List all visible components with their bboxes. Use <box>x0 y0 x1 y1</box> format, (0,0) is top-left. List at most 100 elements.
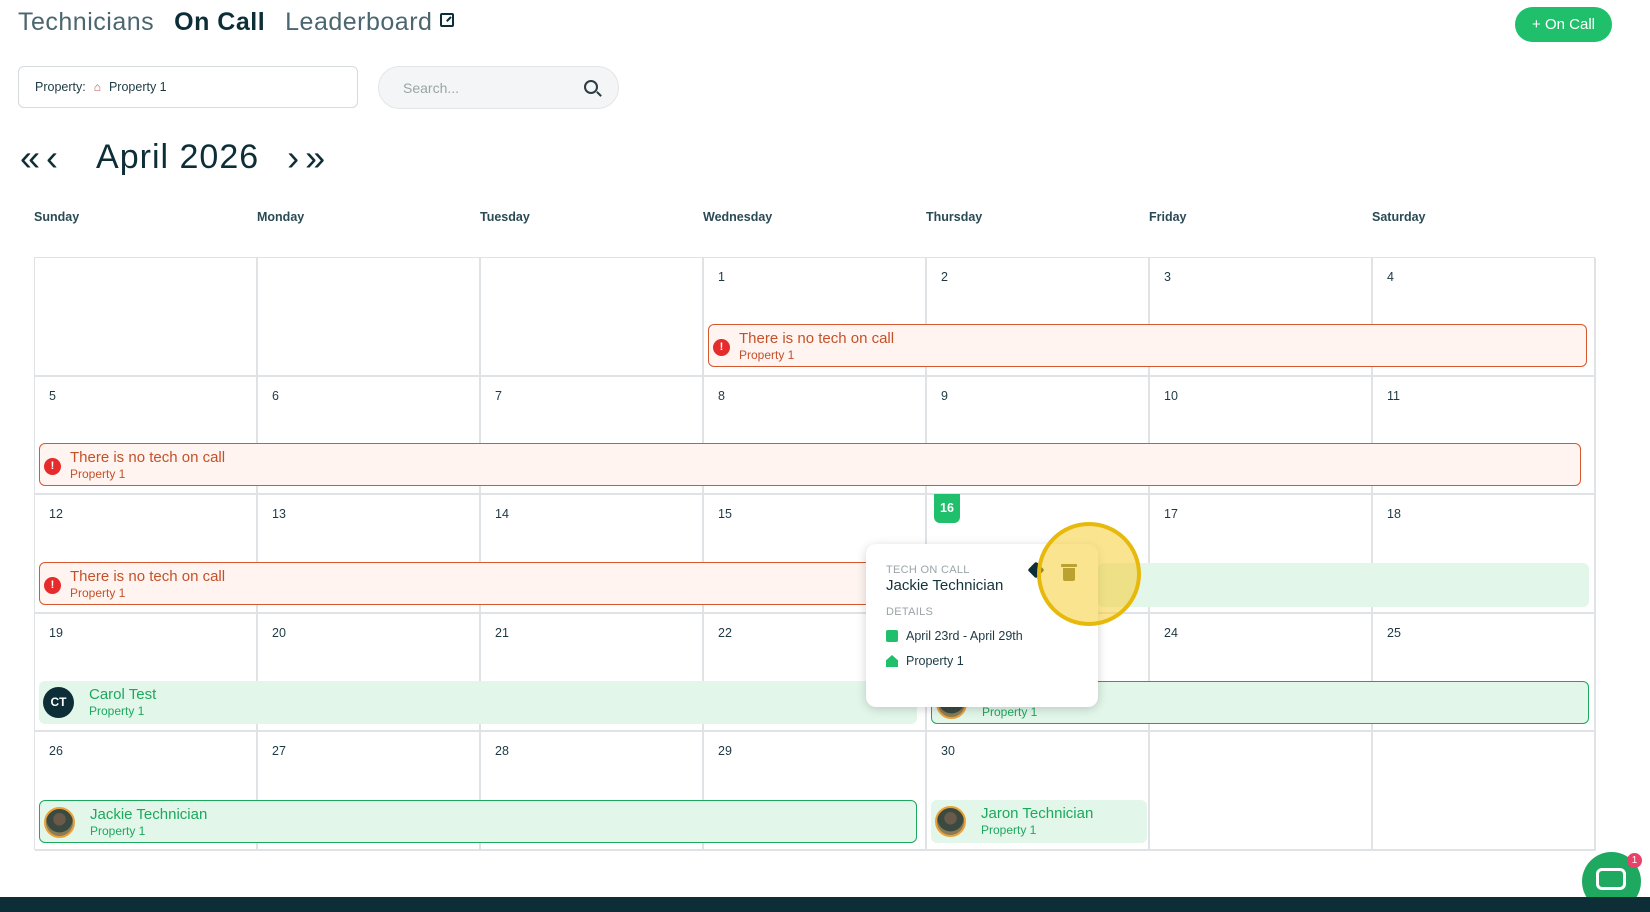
tab-technicians[interactable]: Technicians <box>18 8 154 37</box>
tab-leaderboard-label: Leaderboard <box>285 8 433 36</box>
day-number: 7 <box>495 388 502 403</box>
day-number: 1 <box>718 270 725 284</box>
building-icon: ⌂ <box>93 80 101 94</box>
jaron-technician-event[interactable]: Jaron Technician Property 1 <box>931 800 1147 843</box>
avatar <box>935 806 966 837</box>
add-on-call-button[interactable]: + On Call <box>1515 7 1612 42</box>
event-title: Carol Test <box>89 686 157 703</box>
calendar-day-cell[interactable] <box>1373 732 1596 851</box>
jackie-technician-event[interactable]: Jackie Technician Property 1 <box>39 800 917 843</box>
event-property: Property 1 <box>982 705 1038 719</box>
no-tech-event-week2[interactable]: ! There is no tech on call Property 1 <box>39 443 1581 486</box>
avatar <box>44 807 75 838</box>
day-number: 13 <box>272 507 286 521</box>
day-number: 20 <box>272 625 286 640</box>
external-link-icon <box>440 13 455 28</box>
event-property: Property 1 <box>70 586 126 600</box>
day-number: 12 <box>49 507 63 521</box>
prev-year-button[interactable]: « <box>20 139 40 176</box>
event-property: Property 1 <box>739 348 795 362</box>
home-icon <box>886 655 898 667</box>
event-property: Property 1 <box>70 467 126 481</box>
no-tech-event-week1[interactable]: ! There is no tech on call Property 1 <box>708 324 1587 367</box>
next-year-button[interactable]: » <box>305 139 325 176</box>
day-number: 17 <box>1164 507 1178 521</box>
trash-icon-body <box>1063 568 1075 581</box>
property-select-value: Property 1 <box>108 80 167 94</box>
day-number: 4 <box>1387 270 1394 284</box>
day-number: 27 <box>272 744 286 758</box>
delete-button[interactable] <box>1058 560 1082 586</box>
weekday-saturday: Saturday <box>1372 210 1426 224</box>
day-number: 9 <box>941 388 948 403</box>
day-number: 28 <box>495 744 509 758</box>
event-title: Jackie Technician <box>90 806 208 823</box>
event-property: Property 1 <box>89 704 145 718</box>
calendar-day-cell[interactable] <box>35 258 258 377</box>
chat-notification-badge: 1 <box>1627 853 1642 868</box>
day-number: 26 <box>49 744 63 758</box>
calendar-day-cell[interactable] <box>481 258 704 377</box>
event-title: There is no tech on call <box>70 568 226 585</box>
popover-property: Property 1 <box>886 654 1078 668</box>
property-select-label: Property: <box>35 80 86 94</box>
day-number: 8 <box>718 388 725 403</box>
day-number: 5 <box>49 388 56 403</box>
search-icon[interactable] <box>584 80 598 94</box>
day-number: 22 <box>718 625 732 640</box>
day-number: 14 <box>495 507 509 521</box>
carol-test-event[interactable]: CT Carol Test Property 1 <box>39 681 917 724</box>
day-number: 19 <box>49 625 63 640</box>
event-title: There is no tech on call <box>70 449 226 466</box>
day-number: 25 <box>1387 625 1401 640</box>
trash-icon <box>1061 564 1077 567</box>
weekday-thursday: Thursday <box>926 210 983 224</box>
alert-icon: ! <box>44 577 61 594</box>
month-title: April 2026 <box>96 138 260 176</box>
popover-dates: April 23rd - April 29th <box>886 629 1078 643</box>
weekday-headers: Sunday Monday Tuesday Wednesday Thursday… <box>34 210 1595 224</box>
popover-tech-name: Jackie Technician <box>886 577 1004 594</box>
search-box <box>378 66 619 109</box>
chat-icon <box>1596 868 1626 890</box>
day-number: 6 <box>272 388 279 403</box>
weekday-tuesday: Tuesday <box>480 210 530 224</box>
avatar: CT <box>43 687 74 718</box>
no-tech-event-week3[interactable]: ! There is no tech on call Property 1 <box>39 562 899 605</box>
next-month-button[interactable]: › <box>287 139 299 176</box>
tech-on-call-label: TECH ON CALL <box>886 564 970 576</box>
popover-property-text: Property 1 <box>906 654 964 668</box>
event-property: Property 1 <box>90 824 146 838</box>
property-select[interactable]: Property: ⌂ Property 1 <box>18 66 358 108</box>
search-input[interactable] <box>403 79 573 96</box>
month-navigation: « ‹ April 2026 › » <box>20 138 325 177</box>
tab-leaderboard[interactable]: Leaderboard <box>285 8 455 37</box>
event-title: There is no tech on call <box>739 330 895 347</box>
weekday-sunday: Sunday <box>34 210 80 224</box>
day-number: 3 <box>1164 270 1171 284</box>
tab-on-call[interactable]: On Call <box>174 8 265 37</box>
day-number: 10 <box>1164 388 1178 403</box>
day-number: 2 <box>941 270 948 284</box>
day-number: 29 <box>718 744 732 758</box>
calendar-day-cell[interactable] <box>1150 732 1373 851</box>
today-day-number: 16 <box>934 494 960 523</box>
details-label: DETAILS <box>886 606 934 618</box>
alert-icon: ! <box>713 339 730 356</box>
header-tabs: Technicians On Call Leaderboard <box>18 8 455 37</box>
day-number: 30 <box>941 744 955 758</box>
calendar-day-cell[interactable] <box>258 258 481 377</box>
weekday-friday: Friday <box>1149 210 1187 224</box>
weekday-monday: Monday <box>257 210 305 224</box>
event-title: Jaron Technician <box>981 805 1094 822</box>
day-number: 21 <box>495 625 509 640</box>
popover-dates-text: April 23rd - April 29th <box>906 629 1023 643</box>
day-number: 15 <box>718 507 732 521</box>
alert-icon: ! <box>44 458 61 475</box>
footer-bar <box>0 897 1650 912</box>
tech-event-week3-green[interactable] <box>1098 563 1589 607</box>
event-property: Property 1 <box>981 823 1037 837</box>
prev-month-button[interactable]: ‹ <box>46 139 58 176</box>
weekday-wednesday: Wednesday <box>703 210 773 224</box>
day-number: 11 <box>1387 388 1400 403</box>
